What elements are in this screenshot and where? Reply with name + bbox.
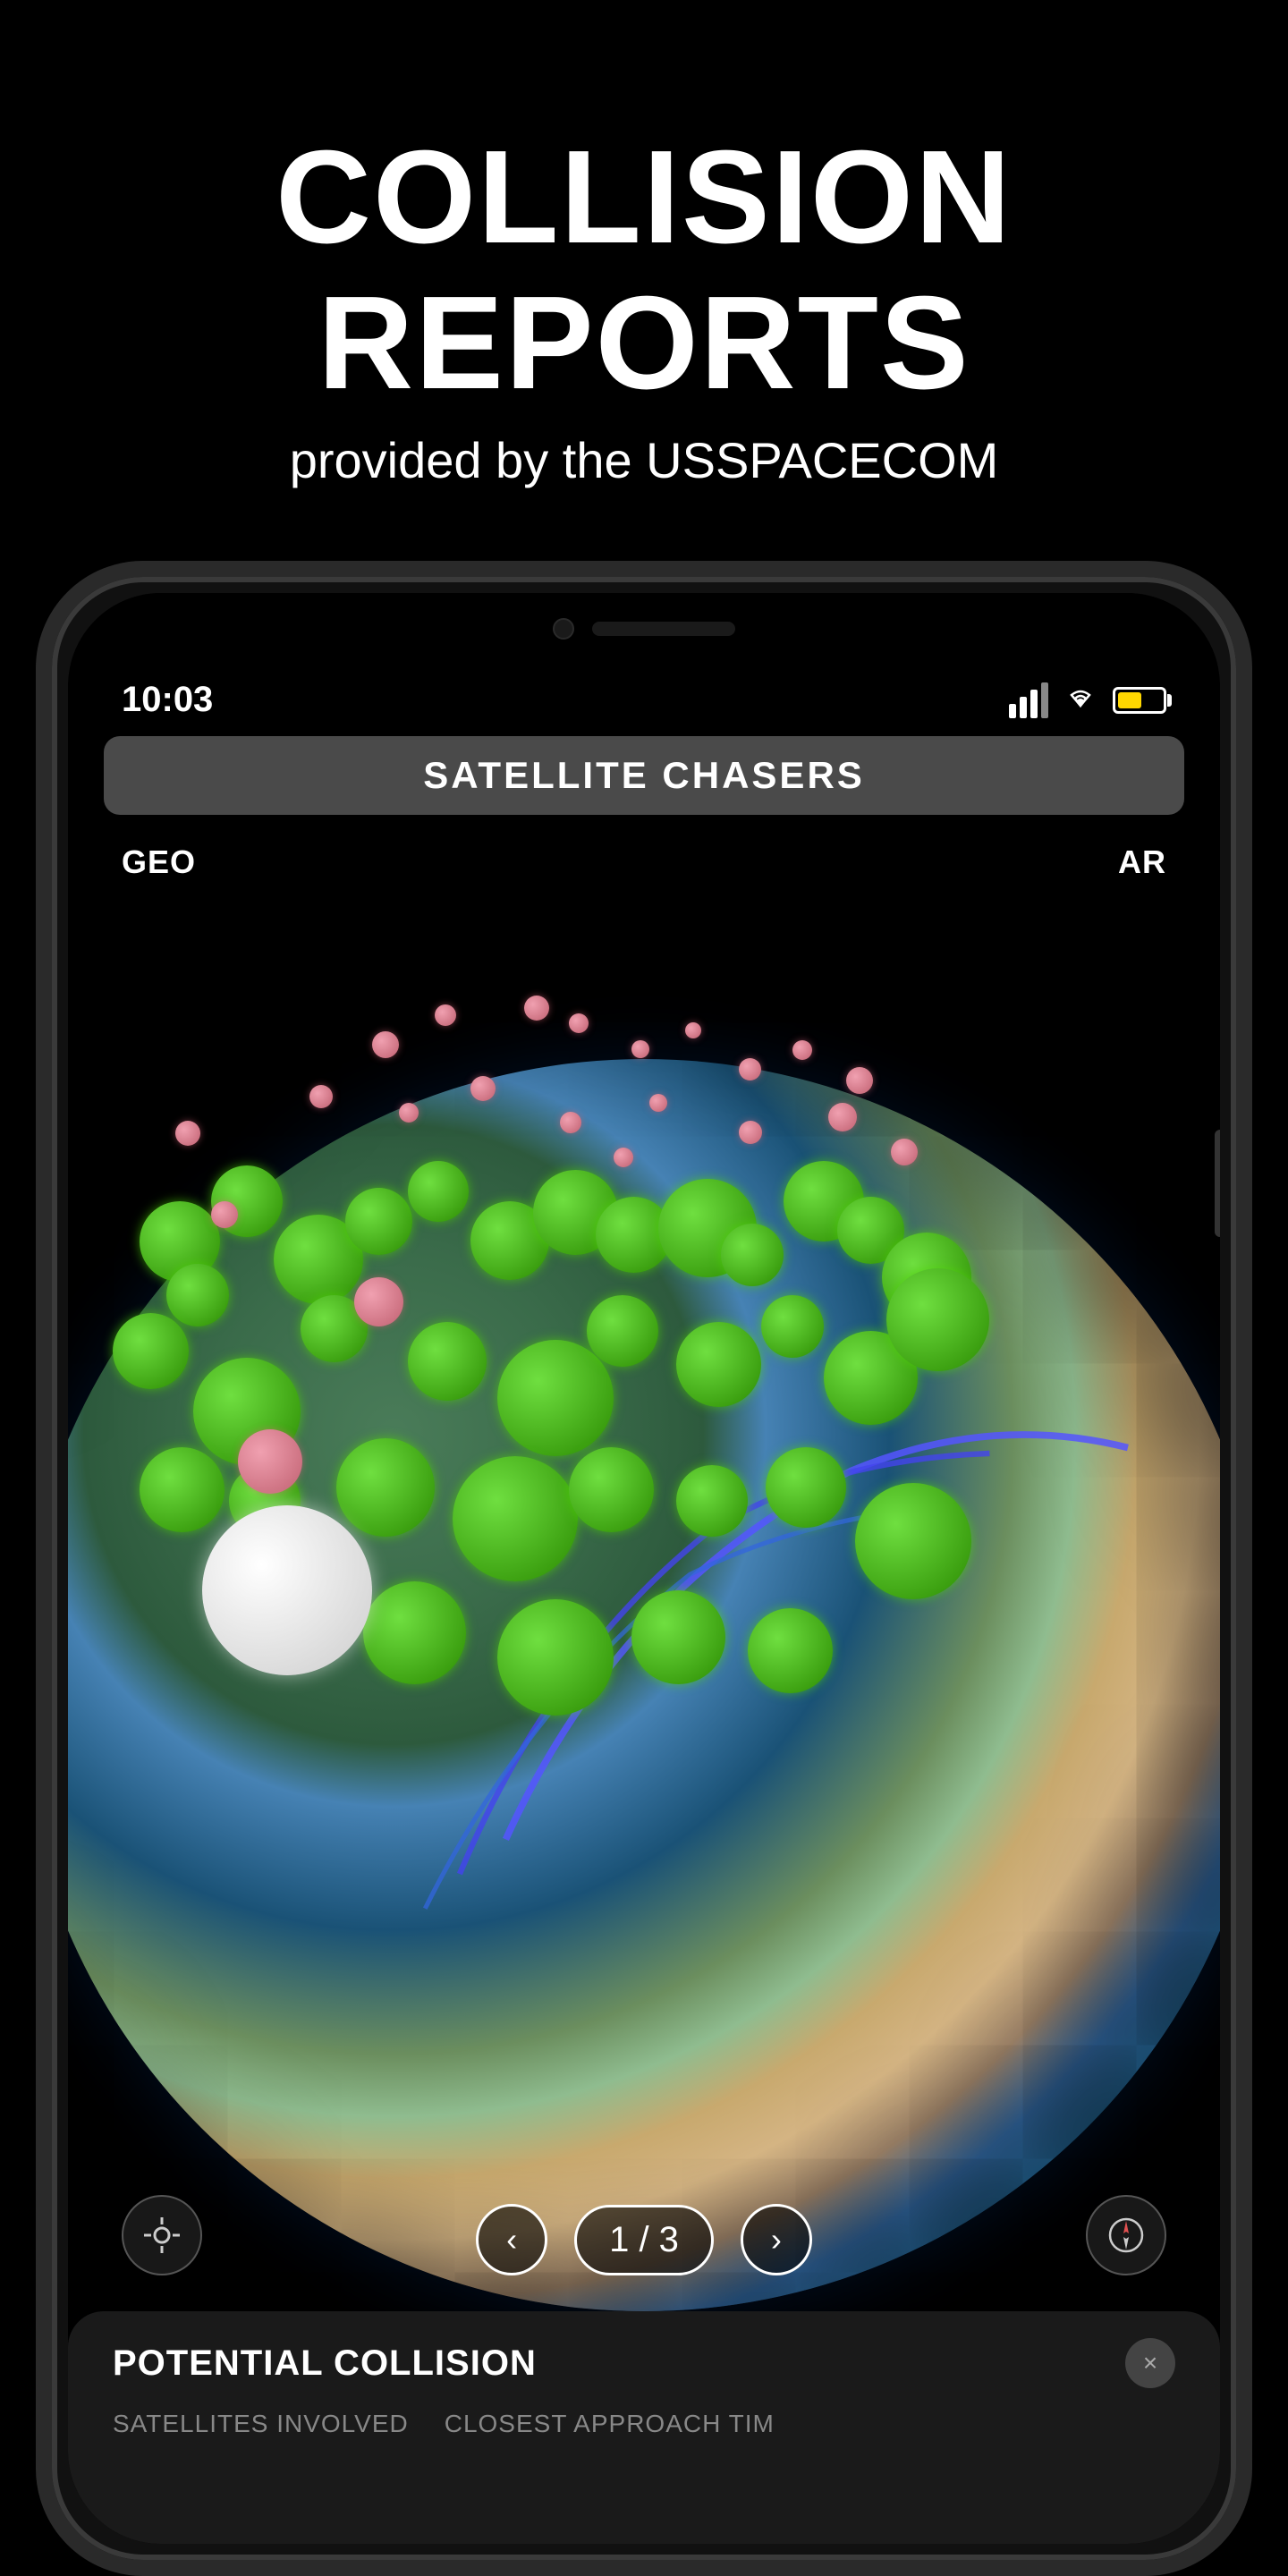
satellite-pink-22 xyxy=(614,1148,633,1167)
satellite-green-2[interactable] xyxy=(166,1264,229,1326)
collision-panel: POTENTIAL COLLISION × SATELLITES INVOLVE… xyxy=(68,2311,1220,2544)
camera-notch xyxy=(553,618,574,640)
satellite-green-28[interactable] xyxy=(453,1456,578,1581)
app-title-bar: SATELLITE CHASERS xyxy=(104,736,1184,815)
satellite-pink-13 xyxy=(560,1112,581,1133)
side-scroll-indicator xyxy=(1215,1130,1220,1237)
satellite-green-22[interactable] xyxy=(761,1295,824,1358)
satellite-green-29[interactable] xyxy=(569,1447,654,1532)
satellite-green-35[interactable] xyxy=(631,1590,725,1684)
satellite-pink-9 xyxy=(846,1067,873,1094)
closest-approach-label: CLOSEST APPROACH TIM xyxy=(445,2410,775,2438)
satellite-green-30[interactable] xyxy=(676,1465,748,1537)
satellite-pink-1 xyxy=(372,1031,399,1058)
satellite-pink-7 xyxy=(739,1058,761,1080)
satellite-green-20[interactable] xyxy=(587,1295,658,1367)
satellite-pink-14 xyxy=(649,1094,667,1112)
satellite-pink-10 xyxy=(309,1085,333,1108)
satellite-pink-18 xyxy=(211,1201,238,1228)
status-icons xyxy=(1009,682,1166,719)
satellite-green-19[interactable] xyxy=(497,1340,614,1456)
page-title: COLLISION REPORTS xyxy=(0,125,1288,417)
collision-panel-header: POTENTIAL COLLISION × xyxy=(113,2338,1175,2388)
satellite-pink-17 xyxy=(891,1139,918,1165)
speaker-notch xyxy=(592,622,735,636)
ar-label[interactable]: AR xyxy=(1118,843,1166,881)
geo-label[interactable]: GEO xyxy=(122,843,196,881)
satellite-green-33[interactable] xyxy=(363,1581,466,1684)
satellite-pink-11 xyxy=(399,1103,419,1123)
potential-collision-label: POTENTIAL COLLISION xyxy=(113,2343,537,2384)
satellite-pink-16 xyxy=(828,1103,857,1131)
satellite-pink-4 xyxy=(569,1013,589,1033)
app-title-text: SATELLITE CHASERS xyxy=(423,754,865,797)
battery-fill xyxy=(1118,692,1141,708)
close-collision-button[interactable]: × xyxy=(1125,2338,1175,2388)
satellite-green-34[interactable] xyxy=(497,1599,614,1716)
satellite-pink-12 xyxy=(470,1076,496,1101)
nav-counter: 1 / 3 xyxy=(574,2205,714,2275)
signal-icon xyxy=(1009,682,1048,718)
collision-panel-row: SATELLITES INVOLVED CLOSEST APPROACH TIM xyxy=(113,2410,1175,2438)
status-time: 10:03 xyxy=(122,680,213,720)
satellites-involved-label: SATELLITES INVOLVED xyxy=(113,2410,409,2438)
nav-prev-button[interactable]: ‹ xyxy=(476,2204,547,2275)
satellite-pink-2 xyxy=(435,1004,456,1026)
satellite-green-31[interactable] xyxy=(766,1447,846,1528)
satellite-pink-20 xyxy=(238,1429,302,1494)
satellite-green-15[interactable] xyxy=(113,1313,189,1389)
satellite-green-36[interactable] xyxy=(748,1608,833,1693)
satellite-green-27[interactable] xyxy=(336,1438,435,1537)
navigation-controls: ‹ 1 / 3 › xyxy=(68,2186,1220,2293)
phone-notch xyxy=(68,593,1220,665)
nav-next-button[interactable]: › xyxy=(741,2204,812,2275)
satellite-pink-15 xyxy=(739,1121,762,1144)
satellite-pink-6 xyxy=(685,1022,701,1038)
phone-bezel: 10:03 xyxy=(36,561,1252,2576)
satellite-pink-5 xyxy=(631,1040,649,1058)
satellite-green-32[interactable] xyxy=(855,1483,971,1599)
satellite-pink-21 xyxy=(175,1121,200,1146)
satellite-pink-3 xyxy=(524,996,549,1021)
battery-icon xyxy=(1113,687,1166,714)
satellite-green-18[interactable] xyxy=(408,1322,487,1401)
satellite-green-11[interactable] xyxy=(721,1224,784,1286)
page-subtitle: provided by the USSPACECOM xyxy=(0,431,1288,489)
satellite-pink-19 xyxy=(354,1277,403,1326)
phone-screen: 10:03 xyxy=(68,593,1220,2544)
satellite-green-25[interactable] xyxy=(140,1447,225,1532)
satellite-green-24[interactable] xyxy=(886,1268,989,1371)
satellite-pink-8 xyxy=(792,1040,812,1060)
status-bar: 10:03 xyxy=(68,665,1220,736)
satellite-green-5[interactable] xyxy=(345,1188,412,1255)
satellite-white-main[interactable] xyxy=(202,1505,372,1675)
wifi-icon xyxy=(1063,682,1098,719)
satellite-green-6[interactable] xyxy=(408,1161,469,1222)
satellite-green-21[interactable] xyxy=(676,1322,761,1407)
phone-mockup: 10:03 xyxy=(36,561,1252,2576)
